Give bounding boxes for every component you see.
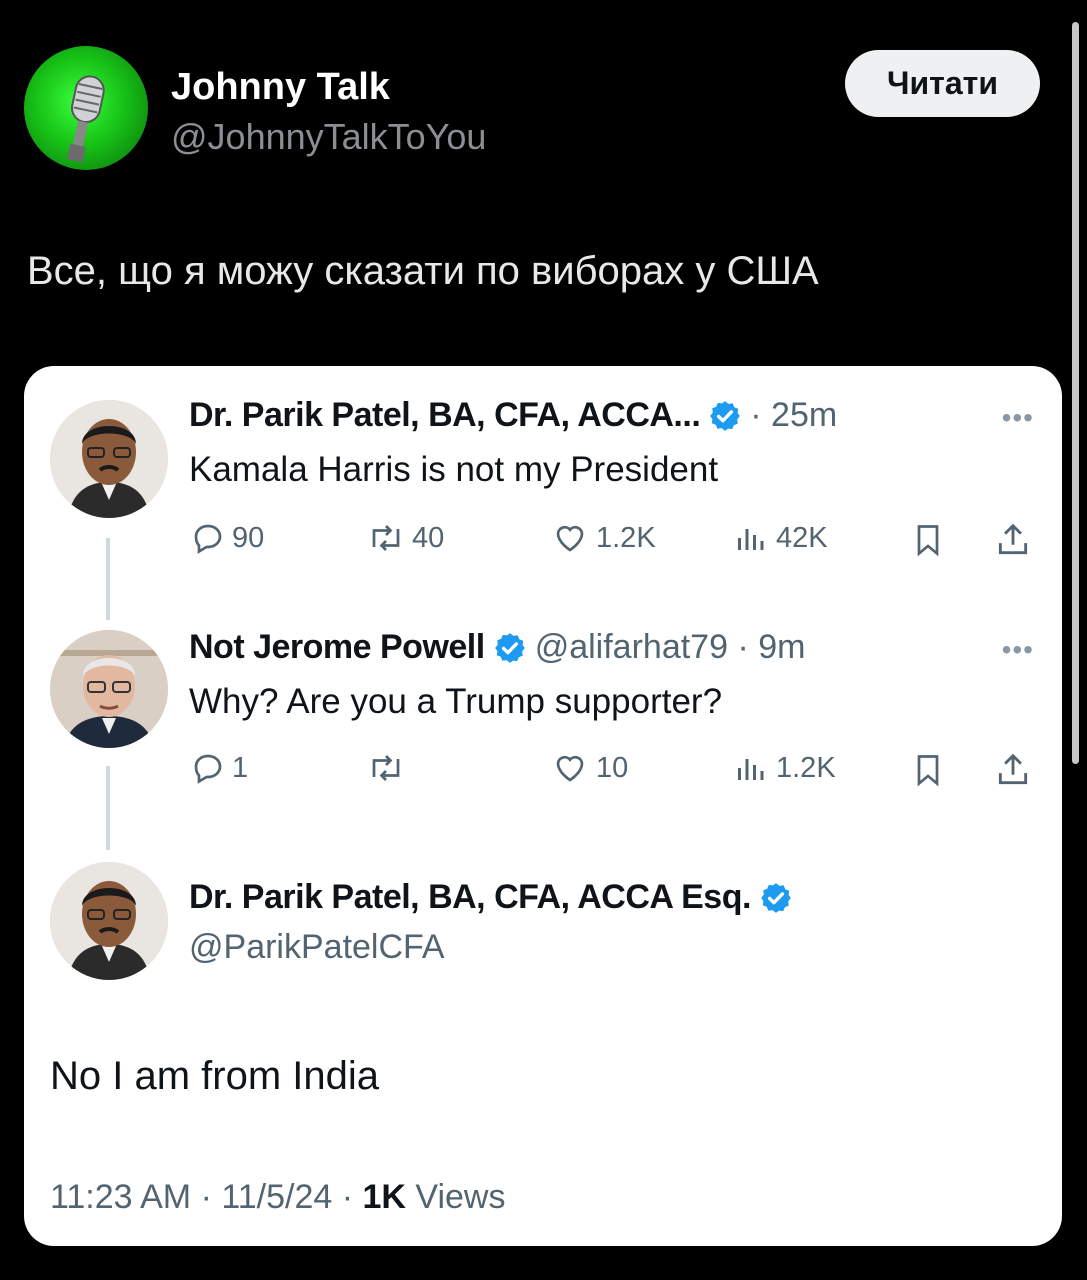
views-button[interactable]: 1.2K [730,750,836,786]
repost-count: 40 [412,521,445,554]
share-icon [998,753,1028,785]
heart-icon [556,525,584,552]
views-label: Views [405,1178,506,1216]
microphone-icon [66,75,105,163]
avatar[interactable] [24,46,148,170]
avatar[interactable] [50,400,168,518]
tweet-handle-row: @ParikPatelCFA [189,928,445,967]
bookmark-button[interactable] [910,750,952,790]
avatar[interactable] [50,862,168,980]
display-name[interactable]: Dr. Parik Patel, BA, CFA, ACCA... [189,396,701,435]
bookmark-button[interactable] [910,520,952,560]
like-count: 10 [596,751,629,784]
follow-button[interactable]: Читати [845,50,1040,117]
thread-line [106,538,110,620]
tweet-handle-time: @alifarhat79 · 9m [534,628,806,666]
views-count: 1K [362,1178,406,1216]
verified-badge-icon [494,632,525,663]
like-button[interactable]: 1.2K [550,520,656,556]
repost-button[interactable] [366,750,412,786]
like-count: 1.2K [596,521,656,554]
person-photo [50,630,168,748]
share-button[interactable] [994,520,1038,560]
reply-icon [194,754,222,784]
tweet-header: Dr. Parik Patel, BA, CFA, ACCA Esq. [189,878,793,917]
views-chart-icon [738,759,764,780]
display-name[interactable]: Not Jerome Powell [189,628,485,667]
scrollbar[interactable] [1072,22,1079,764]
post-header: Johnny Talk @JohnnyTalkToYou Читати [24,46,1040,170]
like-button[interactable]: 10 [550,750,628,786]
reply-count: 90 [232,521,265,554]
heart-icon [556,755,584,782]
quoted-tweet-card[interactable]: Dr. Parik Patel, BA, CFA, ACCA... · 25m … [24,366,1062,1246]
share-icon [998,523,1028,555]
views-count: 1.2K [776,751,836,784]
more-options-icon[interactable]: ••• [1002,634,1034,666]
person-photo [50,862,168,980]
reply-button[interactable]: 90 [190,520,264,556]
author-handle[interactable]: @JohnnyTalkToYou [171,116,486,158]
repost-button[interactable]: 40 [366,520,444,556]
bookmark-icon [917,525,939,557]
tweet-text: Kamala Harris is not my President [189,450,719,489]
reply-count: 1 [232,751,249,784]
more-options-icon[interactable]: ••• [1002,402,1034,434]
main-tweet-text: No I am from India [50,1054,380,1098]
person-photo [50,400,168,518]
verified-badge-icon [710,400,741,431]
tweet-text: Why? Are you a Trump supporter? [189,682,723,721]
timestamp[interactable]: 11:23 AM · 11/5/24 · [50,1178,362,1216]
repost-icon [372,525,400,551]
tweet-time: · 25m [750,396,838,434]
views-button[interactable]: 42K [730,520,828,556]
thread-line [106,766,110,850]
avatar[interactable] [50,630,168,748]
share-button[interactable] [994,750,1038,790]
reply-icon [194,524,222,554]
views-count: 42K [776,521,828,554]
views-chart-icon [738,529,764,550]
author-name[interactable]: Johnny Talk [171,66,390,109]
reply-button[interactable]: 1 [190,750,248,786]
tweet-handle[interactable]: @ParikPatelCFA [189,928,445,967]
display-name[interactable]: Dr. Parik Patel, BA, CFA, ACCA Esq. [189,878,751,917]
bookmark-icon [917,755,939,787]
repost-icon [372,755,400,781]
tweet-header: Not Jerome Powell @alifarhat79 · 9m [189,628,805,667]
tweet-header: Dr. Parik Patel, BA, CFA, ACCA... · 25m [189,396,837,435]
post-text: Все, що я можу сказати по виборах у США [27,249,819,293]
verified-badge-icon [761,882,791,913]
tweet-footer: 11:23 AM · 11/5/24 · 1K Views [50,1178,505,1217]
